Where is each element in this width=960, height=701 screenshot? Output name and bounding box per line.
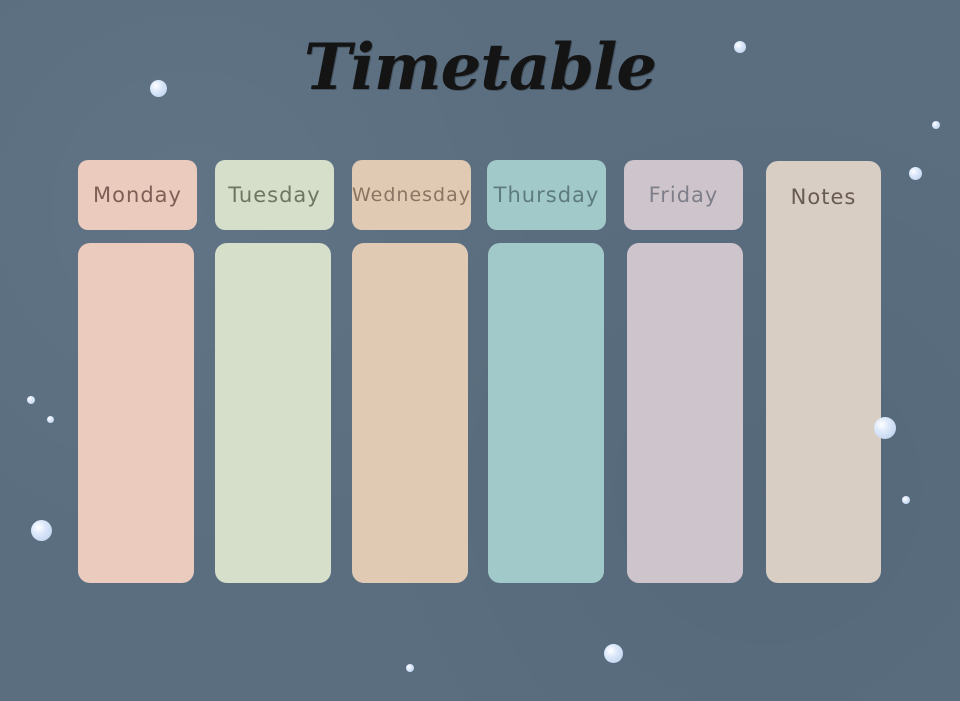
day-label-tuesday: Tuesday bbox=[228, 183, 321, 207]
day-column-friday[interactable] bbox=[627, 243, 743, 583]
day-header-monday: Monday bbox=[78, 160, 197, 230]
bubble-decoration bbox=[909, 167, 922, 180]
day-label-monday: Monday bbox=[93, 183, 182, 207]
day-header-wednesday: Wednesday bbox=[352, 160, 471, 230]
day-header-thursday: Thursday bbox=[487, 160, 606, 230]
page-title: Timetable bbox=[303, 30, 657, 105]
day-column-thursday[interactable] bbox=[488, 243, 604, 583]
day-column-wednesday[interactable] bbox=[352, 243, 468, 583]
timetable-page: Timetable Monday Tuesday Wednesday Thurs… bbox=[0, 0, 960, 701]
notes-label: Notes bbox=[790, 185, 857, 209]
day-label-thursday: Thursday bbox=[493, 183, 600, 207]
bubble-decoration bbox=[604, 644, 623, 663]
bubble-decoration bbox=[406, 664, 414, 672]
bubble-decoration bbox=[31, 520, 52, 541]
bubble-decoration bbox=[734, 41, 746, 53]
day-column-tuesday[interactable] bbox=[215, 243, 331, 583]
bubble-decoration bbox=[874, 417, 896, 439]
day-label-wednesday: Wednesday bbox=[352, 184, 472, 206]
day-header-friday: Friday bbox=[624, 160, 743, 230]
bubble-decoration bbox=[150, 80, 167, 97]
day-label-friday: Friday bbox=[648, 183, 719, 207]
bubble-decoration bbox=[47, 416, 54, 423]
day-header-tuesday: Tuesday bbox=[215, 160, 334, 230]
day-column-monday[interactable] bbox=[78, 243, 194, 583]
bubble-decoration bbox=[27, 396, 35, 404]
bubble-decoration bbox=[932, 121, 940, 129]
notes-column[interactable]: Notes bbox=[766, 161, 881, 583]
bubble-decoration bbox=[902, 496, 910, 504]
